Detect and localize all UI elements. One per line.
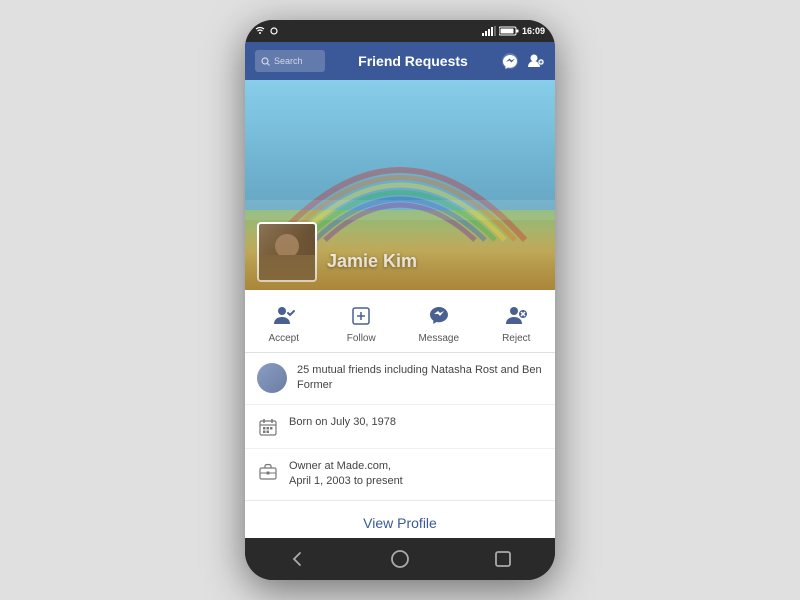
work-row: Owner at Made.com,April 1, 2003 to prese… xyxy=(245,449,555,500)
profile-avatar xyxy=(257,222,317,282)
phone-screen: Jamie Kim Accept xyxy=(245,80,555,538)
wifi-icon xyxy=(255,26,265,36)
card-panel: Accept Follow xyxy=(245,290,555,538)
accept-icon xyxy=(269,302,299,330)
birthday-row: Born on July 30, 1978 xyxy=(245,405,555,449)
recents-button[interactable] xyxy=(490,546,516,572)
search-placeholder: Search xyxy=(274,56,303,66)
reject-label: Reject xyxy=(502,333,530,344)
follow-icon xyxy=(346,302,376,330)
work-text: Owner at Made.com,April 1, 2003 to prese… xyxy=(289,459,403,490)
signal-icon xyxy=(482,26,496,36)
header-title: Friend Requests xyxy=(325,53,501,69)
search-icon xyxy=(261,57,270,66)
time-display: 16:09 xyxy=(522,26,545,36)
friend-request-icon[interactable] xyxy=(527,52,545,70)
reject-button[interactable]: Reject xyxy=(478,298,556,348)
accept-label: Accept xyxy=(268,333,299,344)
recents-icon xyxy=(493,549,513,569)
message-button[interactable]: Message xyxy=(400,298,478,348)
back-button[interactable] xyxy=(284,546,310,572)
profile-section: Jamie Kim xyxy=(245,230,555,290)
cover-art xyxy=(245,80,555,290)
info-section: 25 mutual friends including Natasha Rost… xyxy=(245,353,555,500)
follow-label: Follow xyxy=(347,333,376,344)
messenger-icon[interactable] xyxy=(501,52,519,70)
cover-photo: Jamie Kim xyxy=(245,80,555,290)
battery-icon xyxy=(499,26,519,36)
mutual-friends-row: 25 mutual friends including Natasha Rost… xyxy=(245,353,555,405)
status-bar: 16:09 xyxy=(245,20,555,42)
header-icons xyxy=(501,52,545,70)
fb-header: Search Friend Requests xyxy=(245,42,555,80)
bottom-nav xyxy=(245,538,555,580)
phone-frame: 16:09 Search Friend Requests xyxy=(245,20,555,580)
view-profile-button[interactable]: View Profile xyxy=(363,515,437,531)
home-icon xyxy=(390,549,410,569)
message-icon xyxy=(424,302,454,330)
back-icon xyxy=(287,549,307,569)
mutual-friends-text: 25 mutual friends including Natasha Rost… xyxy=(297,363,543,394)
action-buttons-row: Accept Follow xyxy=(245,290,555,353)
home-button[interactable] xyxy=(387,546,413,572)
reject-icon xyxy=(501,302,531,330)
follow-button[interactable]: Follow xyxy=(323,298,401,348)
message-label: Message xyxy=(418,333,459,344)
birthday-text: Born on July 30, 1978 xyxy=(289,415,396,430)
accept-button[interactable]: Accept xyxy=(245,298,323,348)
profile-name: Jamie Kim xyxy=(327,251,417,282)
sync-icon xyxy=(269,26,279,36)
briefcase-icon xyxy=(257,460,279,482)
calendar-icon xyxy=(257,416,279,438)
search-bar[interactable]: Search xyxy=(255,50,325,72)
status-icons-left xyxy=(255,26,279,36)
status-icons-right: 16:09 xyxy=(482,26,545,36)
view-profile-section: View Profile xyxy=(245,500,555,538)
mutual-friend-avatar xyxy=(257,363,287,393)
